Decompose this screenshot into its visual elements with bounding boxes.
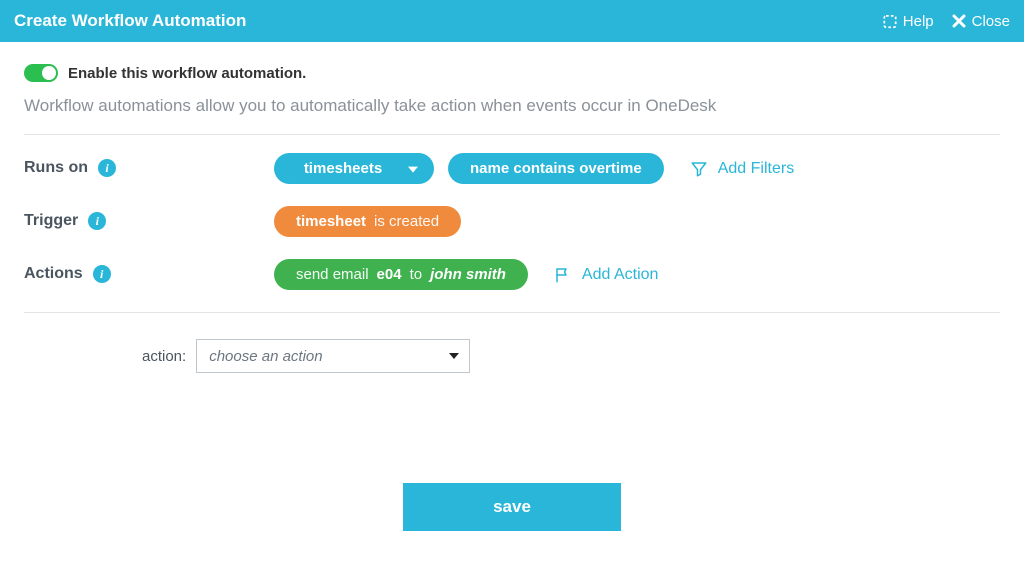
- trigger-label-group: Trigger i: [24, 206, 274, 230]
- add-action-link[interactable]: Add Action: [554, 266, 659, 284]
- action-select-dropdown[interactable]: choose an action: [196, 339, 470, 373]
- info-icon[interactable]: i: [93, 265, 111, 283]
- trigger-row: Trigger i timesheet is created: [24, 206, 1000, 237]
- trigger-event: is created: [374, 213, 439, 230]
- add-filters-label: Add Filters: [718, 160, 794, 178]
- action-recipient: john smith: [430, 266, 506, 283]
- help-icon: [883, 14, 897, 28]
- help-label: Help: [903, 13, 934, 30]
- action-select-row: action: choose an action: [142, 331, 1000, 373]
- trigger-pill[interactable]: timesheet is created: [274, 206, 461, 237]
- action-prefix: send email: [296, 266, 369, 283]
- chevron-down-icon: [449, 353, 459, 359]
- runs-on-type-dropdown[interactable]: timesheets: [274, 153, 434, 184]
- action-to: to: [410, 266, 423, 283]
- save-row: save: [24, 483, 1000, 531]
- divider: [24, 134, 1000, 135]
- close-label: Close: [972, 13, 1010, 30]
- flag-icon: [554, 266, 572, 284]
- divider: [24, 312, 1000, 313]
- save-button[interactable]: save: [403, 483, 621, 531]
- dialog-body: Enable this workflow automation. Workflo…: [0, 42, 1024, 531]
- help-link[interactable]: Help: [883, 13, 934, 30]
- actions-label-group: Actions i: [24, 259, 274, 283]
- info-icon[interactable]: i: [88, 212, 106, 230]
- enable-label: Enable this workflow automation.: [68, 65, 306, 82]
- chevron-down-icon: [408, 166, 418, 172]
- actions-body: send email e04 to john smith Add Action: [274, 259, 658, 290]
- runs-on-label: Runs on: [24, 159, 88, 177]
- description-text: Workflow automations allow you to automa…: [24, 96, 1000, 116]
- runs-on-filter-pill[interactable]: name contains overtime: [448, 153, 664, 184]
- actions-label: Actions: [24, 265, 83, 283]
- dialog-title: Create Workflow Automation: [14, 11, 246, 31]
- runs-on-row: Runs on i timesheets name contains overt…: [24, 153, 1000, 184]
- close-link[interactable]: Close: [952, 13, 1010, 30]
- filter-icon: [690, 160, 708, 178]
- trigger-label: Trigger: [24, 212, 78, 230]
- trigger-body: timesheet is created: [274, 206, 461, 237]
- enable-toggle[interactable]: [24, 64, 58, 82]
- trigger-entity: timesheet: [296, 213, 366, 230]
- action-code: e04: [377, 266, 402, 283]
- runs-on-body: timesheets name contains overtime Add Fi…: [274, 153, 794, 184]
- runs-on-filter-text: name contains overtime: [470, 160, 642, 177]
- action-pill[interactable]: send email e04 to john smith: [274, 259, 528, 290]
- add-filters-link[interactable]: Add Filters: [690, 160, 794, 178]
- runs-on-type-value: timesheets: [304, 160, 382, 177]
- runs-on-label-group: Runs on i: [24, 153, 274, 177]
- action-select-label: action:: [142, 348, 186, 365]
- enable-row: Enable this workflow automation.: [24, 64, 1000, 82]
- close-icon: [952, 14, 966, 28]
- actions-row: Actions i send email e04 to john smith A…: [24, 259, 1000, 290]
- info-icon[interactable]: i: [98, 159, 116, 177]
- header-actions: Help Close: [883, 13, 1010, 30]
- action-select-placeholder: choose an action: [209, 348, 322, 365]
- add-action-label: Add Action: [582, 266, 659, 284]
- dialog-header: Create Workflow Automation Help Close: [0, 0, 1024, 42]
